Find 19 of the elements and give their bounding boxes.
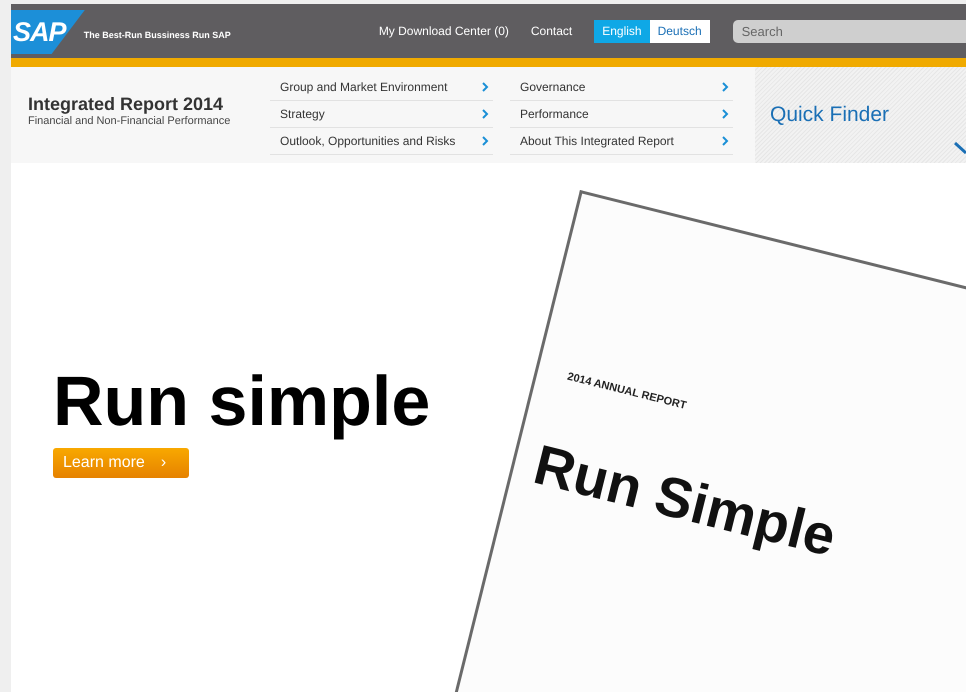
search-field[interactable]: Search [732,20,966,42]
menu-link[interactable]: About This Integrated Report [510,128,733,155]
menu-link[interactable]: Strategy [270,101,493,128]
quick-finder-panel[interactable]: Quick Finder [755,67,966,163]
menu-link[interactable]: Outlook, Opportunities and Risks [270,128,493,155]
cover-overline: 2014 ANNUAL REPORT [566,370,688,412]
language-tab[interactable]: Deutsch [650,20,710,42]
report-subtitle: Financial and Non-Financial Performance [28,115,232,127]
menu-link[interactable]: Group and Market Environment [270,74,493,101]
header-link[interactable]: My Download Center (0) [378,24,509,38]
menu-link[interactable]: Governance [510,74,733,101]
header-link[interactable]: Contact [530,24,572,38]
hero-title: Run simple [53,363,430,440]
report-title: Integrated Report 2014 [28,94,224,115]
logo[interactable]: SAP [11,10,85,54]
quick-finder-label: Quick Finder [770,103,890,127]
cover-title: Run Simple [528,431,842,569]
tagline: The Best-Run Bussiness Run SAP [84,30,231,40]
menu-link[interactable]: Performance [510,101,733,128]
